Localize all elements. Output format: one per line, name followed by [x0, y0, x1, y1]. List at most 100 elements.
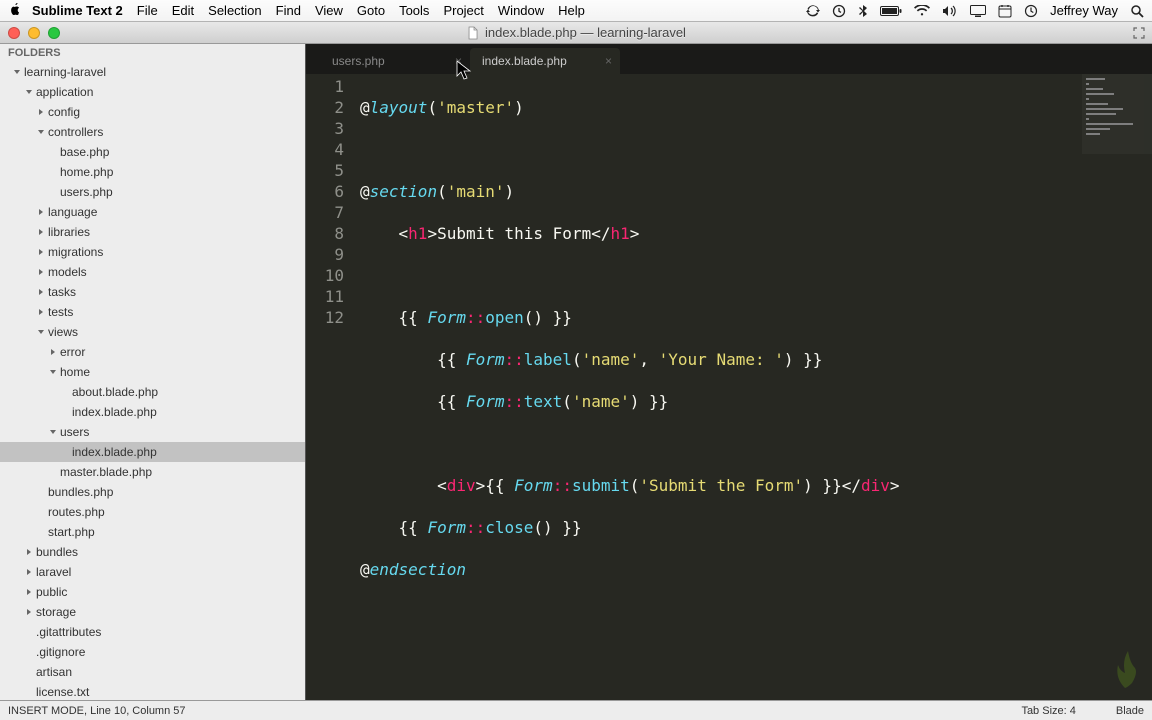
disclosure-down-icon[interactable]	[24, 87, 34, 97]
tree-row[interactable]: bundles	[0, 542, 305, 562]
menu-view[interactable]: View	[315, 3, 343, 18]
sync-icon[interactable]	[806, 4, 820, 18]
menu-help[interactable]: Help	[558, 3, 585, 18]
tree-row[interactable]: libraries	[0, 222, 305, 242]
tree-label: users	[60, 425, 89, 439]
window-titlebar: index.blade.php — learning-laravel	[0, 22, 1152, 44]
tree-row[interactable]: config	[0, 102, 305, 122]
menu-file[interactable]: File	[137, 3, 158, 18]
tree-row[interactable]: error	[0, 342, 305, 362]
close-window-button[interactable]	[8, 27, 20, 39]
line-number: 2	[306, 97, 344, 118]
tree-row[interactable]: start.php	[0, 522, 305, 542]
folder-tree[interactable]: learning-laravelapplicationconfigcontrol…	[0, 62, 305, 700]
tree-row[interactable]: about.blade.php	[0, 382, 305, 402]
window-title: index.blade.php — learning-laravel	[466, 25, 686, 40]
status-tab-size[interactable]: Tab Size: 4	[1021, 705, 1075, 717]
menu-selection[interactable]: Selection	[208, 3, 261, 18]
tree-row[interactable]: controllers	[0, 122, 305, 142]
disclosure-right-icon[interactable]	[36, 247, 46, 257]
clock-icon[interactable]	[1024, 4, 1038, 18]
disclosure-down-icon[interactable]	[36, 127, 46, 137]
disclosure-right-icon[interactable]	[36, 287, 46, 297]
menu-project[interactable]: Project	[443, 3, 483, 18]
disclosure-none	[24, 647, 34, 657]
tree-row[interactable]: bundles.php	[0, 482, 305, 502]
battery-icon[interactable]	[880, 5, 902, 17]
menu-tools[interactable]: Tools	[399, 3, 429, 18]
menu-window[interactable]: Window	[498, 3, 544, 18]
tab-index-blade-php[interactable]: index.blade.php ×	[470, 48, 620, 74]
tree-row[interactable]: artisan	[0, 662, 305, 682]
menu-find[interactable]: Find	[276, 3, 301, 18]
disclosure-down-icon[interactable]	[48, 367, 58, 377]
disclosure-down-icon[interactable]	[12, 67, 22, 77]
disclosure-none	[60, 447, 70, 457]
zoom-window-button[interactable]	[48, 27, 60, 39]
tree-row[interactable]: users	[0, 422, 305, 442]
app-name[interactable]: Sublime Text 2	[32, 3, 123, 18]
disclosure-right-icon[interactable]	[36, 207, 46, 217]
tree-row[interactable]: tasks	[0, 282, 305, 302]
screen-icon[interactable]	[970, 5, 986, 17]
fullscreen-button[interactable]	[1132, 26, 1146, 40]
tree-row[interactable]: license.txt	[0, 682, 305, 700]
tree-label: about.blade.php	[72, 385, 158, 399]
watermark-logo-icon	[1100, 643, 1150, 698]
tree-row[interactable]: tests	[0, 302, 305, 322]
tree-row[interactable]: index.blade.php	[0, 442, 305, 462]
tree-row[interactable]: migrations	[0, 242, 305, 262]
menubar-user[interactable]: Jeffrey Way	[1050, 3, 1118, 18]
disclosure-none	[24, 667, 34, 677]
disclosure-right-icon[interactable]	[36, 107, 46, 117]
tab-users-php[interactable]: users.php ×	[320, 48, 470, 74]
spotlight-icon[interactable]	[1130, 4, 1144, 18]
code-area[interactable]: @layout('master') @section('main') <h1>S…	[356, 74, 1152, 700]
tab-close-icon[interactable]: ×	[605, 55, 612, 67]
tree-row[interactable]: public	[0, 582, 305, 602]
disclosure-right-icon[interactable]	[48, 347, 58, 357]
tree-label: index.blade.php	[72, 405, 157, 419]
status-syntax[interactable]: Blade	[1116, 705, 1144, 717]
tree-row[interactable]: master.blade.php	[0, 462, 305, 482]
line-number: 12	[306, 307, 344, 328]
tree-row[interactable]: models	[0, 262, 305, 282]
apple-logo-icon[interactable]	[8, 2, 22, 19]
tree-row[interactable]: home.php	[0, 162, 305, 182]
calendar-icon[interactable]	[998, 4, 1012, 18]
tree-row[interactable]: views	[0, 322, 305, 342]
tree-row[interactable]: language	[0, 202, 305, 222]
tree-row[interactable]: base.php	[0, 142, 305, 162]
menu-edit[interactable]: Edit	[172, 3, 194, 18]
tree-row[interactable]: index.blade.php	[0, 402, 305, 422]
tree-row[interactable]: learning-laravel	[0, 62, 305, 82]
timemachine-icon[interactable]	[832, 4, 846, 18]
tree-row[interactable]: .gitignore	[0, 642, 305, 662]
disclosure-down-icon[interactable]	[36, 327, 46, 337]
disclosure-right-icon[interactable]	[36, 307, 46, 317]
tab-close-icon[interactable]: ×	[455, 55, 462, 67]
tree-row[interactable]: laravel	[0, 562, 305, 582]
menu-goto[interactable]: Goto	[357, 3, 385, 18]
bluetooth-icon[interactable]	[858, 4, 868, 18]
disclosure-right-icon[interactable]	[24, 607, 34, 617]
wifi-icon[interactable]	[914, 5, 930, 17]
disclosure-right-icon[interactable]	[36, 227, 46, 237]
tree-row[interactable]: home	[0, 362, 305, 382]
minimap[interactable]	[1082, 74, 1152, 154]
disclosure-right-icon[interactable]	[36, 267, 46, 277]
minimize-window-button[interactable]	[28, 27, 40, 39]
editor-body[interactable]: 123456789101112 @layout('master') @secti…	[306, 74, 1152, 700]
disclosure-right-icon[interactable]	[24, 587, 34, 597]
tree-row[interactable]: application	[0, 82, 305, 102]
disclosure-none	[60, 387, 70, 397]
disclosure-down-icon[interactable]	[48, 427, 58, 437]
disclosure-right-icon[interactable]	[24, 547, 34, 557]
tree-row[interactable]: users.php	[0, 182, 305, 202]
volume-icon[interactable]	[942, 4, 958, 18]
tree-row[interactable]: storage	[0, 602, 305, 622]
tree-row[interactable]: .gitattributes	[0, 622, 305, 642]
tree-row[interactable]: routes.php	[0, 502, 305, 522]
disclosure-right-icon[interactable]	[24, 567, 34, 577]
disclosure-none	[36, 487, 46, 497]
